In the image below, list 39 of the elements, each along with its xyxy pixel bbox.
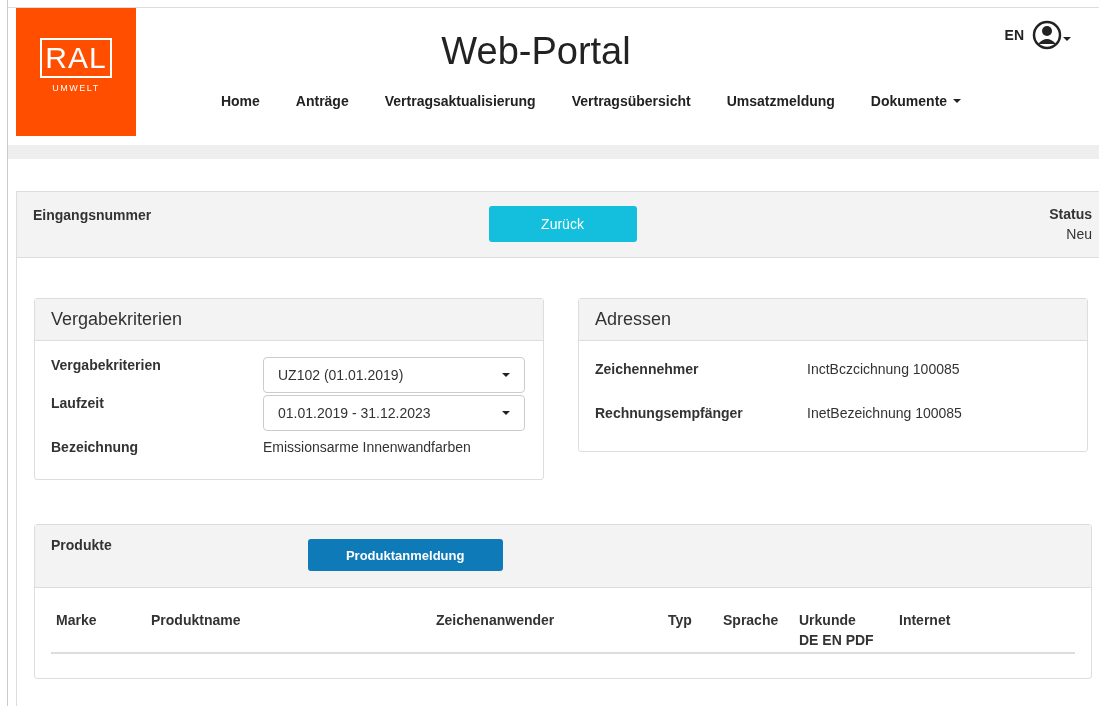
column-header: Produktname: [151, 612, 242, 628]
language-menu[interactable]: EN: [1004, 27, 1024, 43]
nav-link[interactable]: Vertragsübersicht: [571, 93, 691, 109]
nav-link[interactable]: Umsatzmeldung: [726, 93, 835, 109]
column-subheader: DE EN PDF: [799, 632, 875, 648]
status-value: Neu: [1066, 226, 1092, 242]
nav-link[interactable]: Anträge: [295, 93, 349, 109]
caret-icon: [953, 99, 962, 103]
column-header: Typ: [668, 612, 693, 628]
panel-title: Vergabekriterien: [51, 309, 183, 330]
field-label: Rechnungsempfänger: [595, 405, 744, 421]
products-title: Produkte: [51, 537, 112, 553]
select-field[interactable]: 01.01.2019 - 31.12.2023: [263, 395, 525, 431]
portal-title: Web-Portal: [441, 30, 631, 73]
field-value: Emissionsarme Innenwandfarben: [263, 439, 472, 455]
caret-icon: [502, 411, 510, 415]
field-label: Bezeichnung: [51, 439, 140, 455]
logo-mark: RAL: [40, 38, 112, 78]
column-header: Urkunde: [799, 612, 857, 628]
logo-subtitle: UMWELT: [52, 83, 100, 93]
nav-link[interactable]: Vertragsaktualisierung: [384, 93, 536, 109]
panel-title: Adressen: [595, 309, 672, 330]
field-label: Vergabekriterien: [51, 357, 162, 373]
field-label: Zeichennehmer: [595, 361, 700, 377]
nav-link[interactable]: Dokumente: [870, 93, 962, 109]
column-header: Zeichenanwender: [436, 612, 556, 628]
status-label: Status: [1049, 206, 1092, 222]
column-header: Internet: [899, 612, 952, 628]
column-header: Marke: [56, 612, 98, 628]
column-header: Sprache: [723, 612, 780, 628]
field-value: InetBezeichnung 100085: [807, 405, 963, 421]
user-avatar-icon[interactable]: [1032, 20, 1072, 50]
caret-icon: [502, 373, 510, 377]
field-label: Laufzeit: [51, 395, 105, 411]
nav-link[interactable]: Home: [220, 93, 260, 109]
field-value: InctBczcichnung 100085: [807, 361, 961, 377]
select-field[interactable]: UZ102 (01.01.2019): [263, 357, 525, 393]
entry-number-label: Eingangsnummer: [33, 207, 152, 223]
product-registration-button[interactable]: Produktanmeldung: [307, 539, 503, 571]
